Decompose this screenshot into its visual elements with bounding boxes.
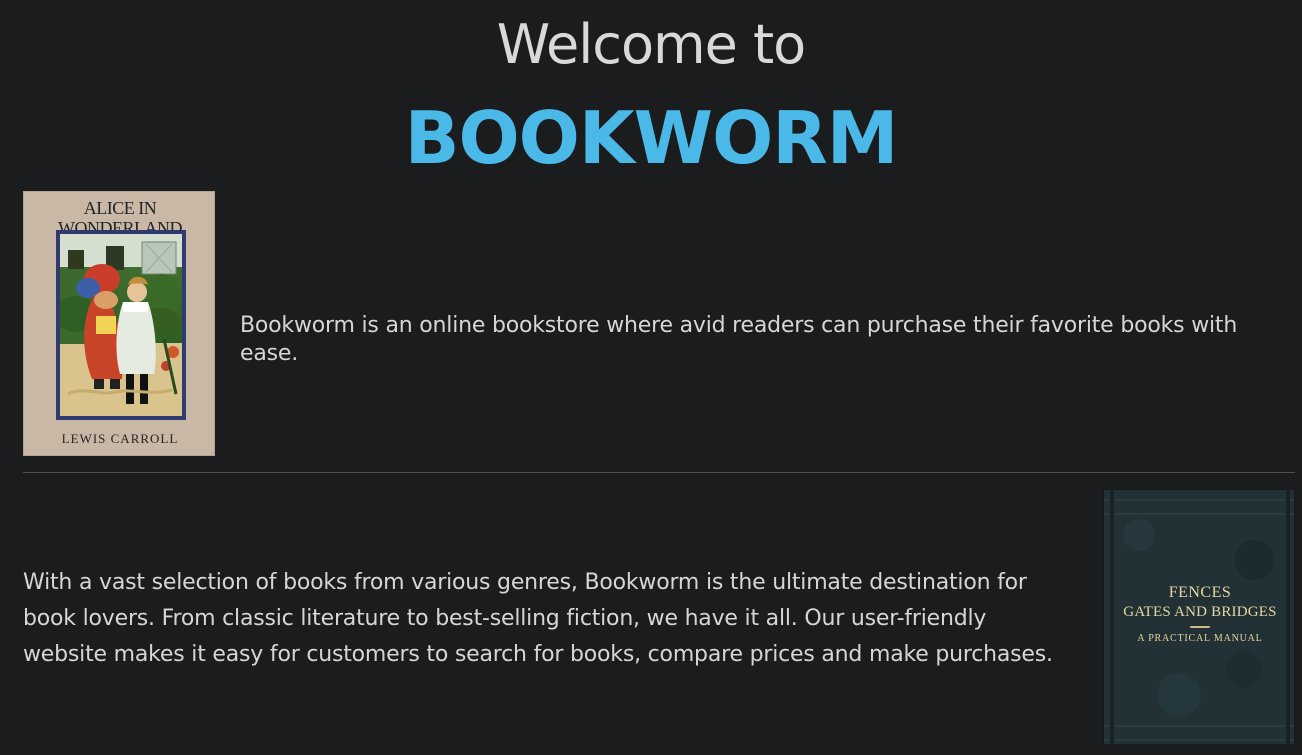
fences-cover-line2: GATES AND BRIDGES bbox=[1123, 604, 1277, 620]
details-paragraph: With a vast selection of books from vari… bbox=[23, 570, 1053, 667]
alice-scene-graphic bbox=[60, 234, 182, 416]
alice-scene bbox=[60, 234, 182, 416]
alice-in-wonderland-cover: ALICE IN WONDERLAND LEWIS CARROLL bbox=[23, 191, 215, 456]
fences-cover-line1: FENCES bbox=[1168, 584, 1232, 601]
details-section: With a vast selection of books from vari… bbox=[23, 489, 1295, 747]
welcome-heading: Welcome to bbox=[496, 13, 806, 76]
alice-cover-illustration bbox=[56, 230, 186, 420]
fences-gates-bridges-cover: FENCES GATES AND BRIDGES A PRACTICAL MAN… bbox=[1103, 489, 1295, 745]
brand-title: BOOKWORM bbox=[404, 96, 899, 180]
section-divider bbox=[23, 472, 1295, 473]
cover-ornament bbox=[1190, 626, 1210, 628]
fences-cover-line3: A PRACTICAL MANUAL bbox=[1137, 633, 1263, 644]
alice-cover-author: LEWIS CARROLL bbox=[61, 431, 179, 446]
intro-section: ALICE IN WONDERLAND LEWIS CARROLL Bookwo… bbox=[23, 191, 1295, 456]
intro-paragraph: Bookworm is an online bookstore where av… bbox=[240, 313, 1238, 366]
